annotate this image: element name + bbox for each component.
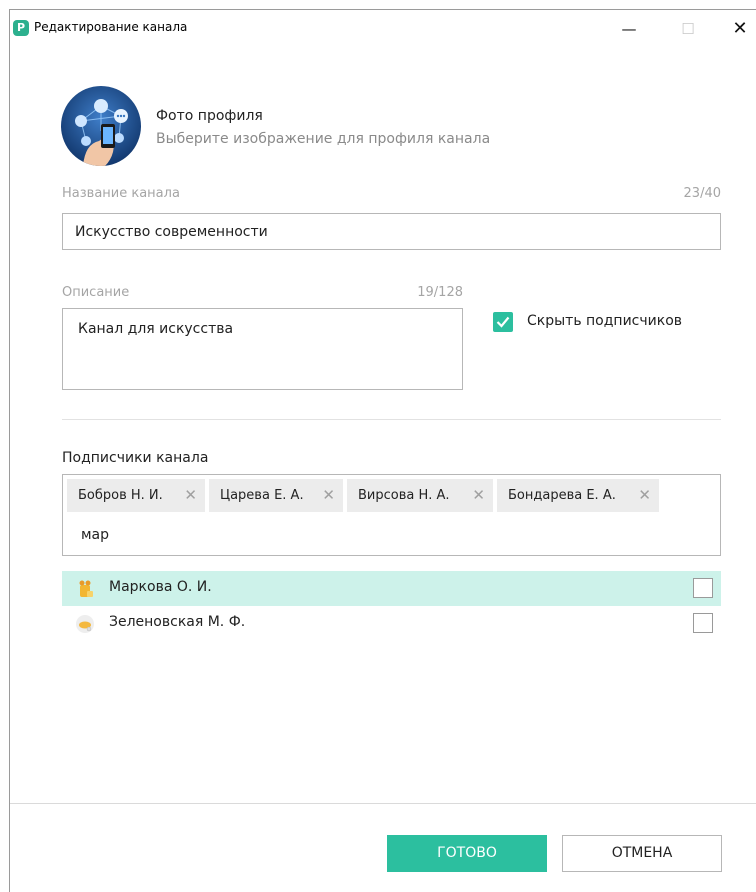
subscriber-tag: Бобров Н. И. ✕ — [67, 479, 205, 512]
remove-tag-icon[interactable]: ✕ — [184, 479, 197, 512]
channel-name-input[interactable]: Искусство современности — [62, 213, 721, 250]
user-avatar-icon — [76, 615, 94, 633]
title-bar: P Редактирование канала — ☐ ✕ — [10, 10, 756, 48]
subscriber-tag: Бондарева Е. А. ✕ — [497, 479, 659, 512]
close-button[interactable]: ✕ — [724, 14, 756, 44]
photo-title: Фото профиля — [156, 108, 263, 124]
channel-name-label: Название канала — [62, 186, 180, 201]
search-result-row[interactable]: Зеленовская М. Ф. — [62, 606, 721, 641]
user-avatar-icon — [79, 580, 93, 597]
photo-subtitle[interactable]: Выберите изображение для профиля канала — [156, 131, 490, 147]
cancel-button[interactable]: ОТМЕНА — [562, 835, 722, 872]
subscriber-search-text[interactable]: мар — [81, 527, 109, 543]
minimize-button[interactable]: — — [606, 14, 652, 44]
network-people-icon — [61, 86, 141, 166]
result-name: Зеленовская М. Ф. — [109, 614, 246, 630]
channel-avatar[interactable] — [61, 86, 141, 166]
hide-subscribers-label[interactable]: Скрыть подписчиков — [527, 313, 682, 329]
subscribers-label: Подписчики канала — [62, 450, 209, 466]
result-checkbox[interactable] — [693, 578, 713, 598]
result-name: Маркова О. И. — [109, 579, 212, 595]
maximize-button[interactable]: ☐ — [665, 14, 711, 44]
remove-tag-icon[interactable]: ✕ — [322, 479, 335, 512]
section-divider — [62, 419, 721, 420]
app-logo-icon: P — [13, 20, 29, 36]
done-button[interactable]: ГОТОВО — [387, 835, 547, 872]
remove-tag-icon[interactable]: ✕ — [638, 479, 651, 512]
tag-label: Бобров Н. И. — [78, 488, 163, 503]
window-title: Редактирование канала — [34, 20, 188, 34]
tag-label: Бондарева Е. А. — [508, 488, 616, 503]
subscriber-tag: Вирсова Н. А. ✕ — [347, 479, 493, 512]
search-result-row[interactable]: Маркова О. И. — [62, 571, 721, 606]
footer-divider — [10, 803, 756, 804]
tag-label: Вирсова Н. А. — [358, 488, 450, 503]
description-input[interactable]: Канал для искусства — [62, 308, 463, 390]
edit-channel-dialog: P Редактирование канала — ☐ ✕ Фото профи… — [9, 9, 756, 892]
tag-label: Царева Е. А. — [220, 488, 304, 503]
subscribers-tag-input[interactable]: Бобров Н. И. ✕ Царева Е. А. ✕ Вирсова Н. А… — [62, 474, 721, 556]
app-logo-letter: P — [16, 21, 26, 34]
checkmark-icon — [496, 316, 510, 328]
description-label: Описание — [62, 285, 130, 300]
description-counter: 19/128 — [417, 285, 463, 300]
remove-tag-icon[interactable]: ✕ — [472, 479, 485, 512]
result-checkbox[interactable] — [693, 613, 713, 633]
subscriber-tag: Царева Е. А. ✕ — [209, 479, 343, 512]
channel-name-counter: 23/40 — [683, 186, 721, 201]
hide-subscribers-checkbox[interactable] — [493, 312, 513, 332]
